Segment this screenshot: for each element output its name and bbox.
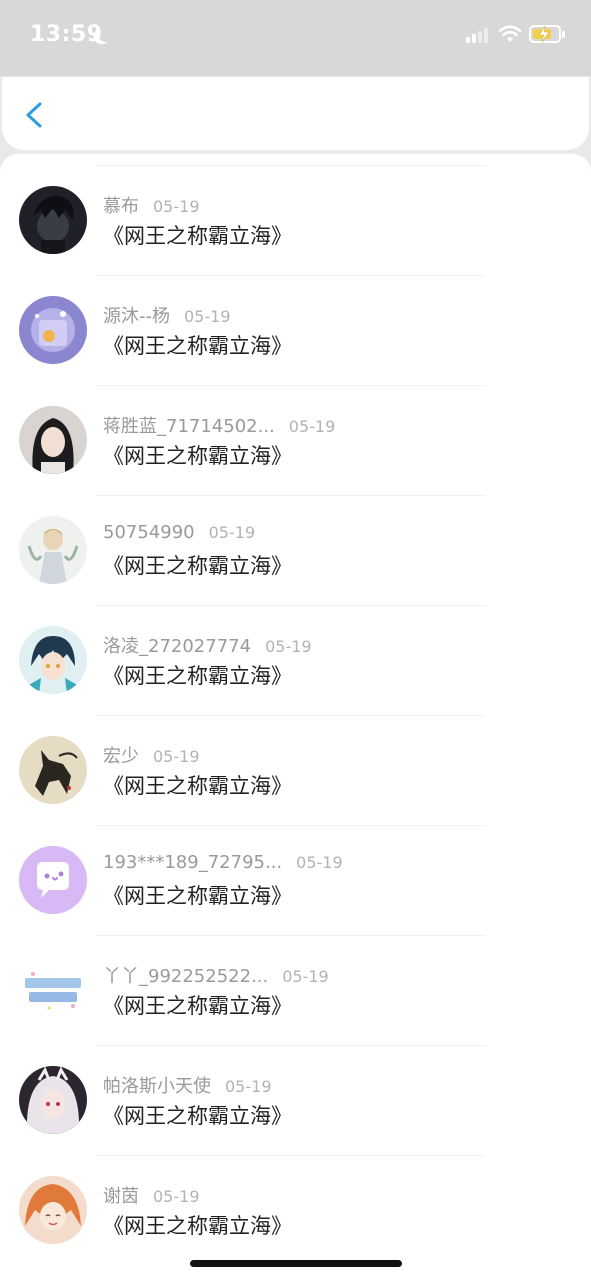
comment-date: 05-19 <box>153 1187 200 1206</box>
avatar[interactable] <box>19 736 87 804</box>
comment-date: 05-19 <box>184 307 231 326</box>
list-item[interactable]: 洛凌_272027774 05-19 《网王之称霸立海》 <box>0 594 591 704</box>
chevron-left-icon[interactable] <box>22 101 48 129</box>
status-bar: 13:59 <box>0 0 591 76</box>
divider <box>96 275 486 276</box>
comment-date: 05-19 <box>153 747 200 766</box>
divider <box>96 165 486 166</box>
list-item[interactable]: 慕布 05-19 《网王之称霸立海》 <box>0 154 591 264</box>
comment-date: 05-19 <box>282 967 329 986</box>
divider <box>96 385 486 386</box>
comment-text: 《网王之称霸立海》 <box>103 334 292 358</box>
comment-date: 05-19 <box>296 853 343 872</box>
list-item[interactable]: 蒋胜蓝_71714502... 05-19 《网王之称霸立海》 <box>0 374 591 484</box>
user-name[interactable]: 丫丫_992252522... 05-19 <box>103 962 329 988</box>
user-name[interactable]: 蒋胜蓝_71714502... 05-19 <box>103 412 335 438</box>
comment-text: 《网王之称霸立海》 <box>103 774 292 798</box>
user-name[interactable]: 慕布 05-19 <box>103 192 200 218</box>
comment-list[interactable]: 慕布 05-19 《网王之称霸立海》 源沐--杨 05-19 《网王之称霸立海》 蒋… <box>0 154 591 1280</box>
divider <box>96 605 486 606</box>
home-indicator[interactable] <box>190 1260 402 1267</box>
comment-text: 《网王之称霸立海》 <box>103 664 292 688</box>
avatar[interactable] <box>19 1066 87 1134</box>
divider <box>96 1045 486 1046</box>
user-name[interactable]: 谢茵 05-19 <box>103 1182 200 1208</box>
comment-text: 《网王之称霸立海》 <box>103 994 292 1018</box>
comment-text: 《网王之称霸立海》 <box>103 224 292 248</box>
divider <box>96 935 486 936</box>
list-item[interactable]: 宏少 05-19 《网王之称霸立海》 <box>0 704 591 814</box>
comment-date: 05-19 <box>265 637 312 656</box>
divider <box>96 825 486 826</box>
avatar[interactable] <box>19 186 87 254</box>
user-name[interactable]: 193***189_72795... 05-19 <box>103 852 343 873</box>
list-item[interactable]: 源沐--杨 05-19 《网王之称霸立海》 <box>0 264 591 374</box>
divider <box>96 715 486 716</box>
battery-charging-icon <box>529 25 565 43</box>
avatar[interactable] <box>19 296 87 364</box>
comment-text: 《网王之称霸立海》 <box>103 1214 292 1238</box>
comment-date: 05-19 <box>153 197 200 216</box>
list-item[interactable]: 丫丫_992252522... 05-19 《网王之称霸立海》 <box>0 924 591 1034</box>
avatar[interactable] <box>19 516 87 584</box>
avatar[interactable] <box>19 406 87 474</box>
navigation-header <box>2 77 589 150</box>
comment-text: 《网王之称霸立海》 <box>103 884 292 908</box>
list-item[interactable]: 谢茵 05-19 《网王之称霸立海》 <box>0 1144 591 1254</box>
comment-text: 《网王之称霸立海》 <box>103 554 292 578</box>
user-name[interactable]: 帕洛斯小天使 05-19 <box>103 1072 272 1098</box>
avatar[interactable] <box>19 1176 87 1244</box>
avatar[interactable] <box>19 956 87 1024</box>
user-name[interactable]: 洛凌_272027774 05-19 <box>103 632 312 658</box>
list-item[interactable]: 193***189_72795... 05-19 《网王之称霸立海》 <box>0 814 591 924</box>
comment-date: 05-19 <box>288 417 336 436</box>
list-item[interactable]: 帕洛斯小天使 05-19 《网王之称霸立海》 <box>0 1034 591 1144</box>
avatar[interactable] <box>19 626 87 694</box>
comment-text: 《网王之称霸立海》 <box>103 444 292 468</box>
status-time: 13:59 <box>30 22 103 47</box>
comment-date: 05-19 <box>208 523 256 542</box>
divider <box>96 495 486 496</box>
comment-date: 05-19 <box>225 1077 272 1096</box>
default-chat-bubble-avatar[interactable] <box>19 846 87 914</box>
cellular-signal-icon <box>466 27 492 43</box>
user-name[interactable]: 源沐--杨 05-19 <box>103 302 231 328</box>
user-name[interactable]: 宏少 05-19 <box>103 742 200 768</box>
wifi-icon <box>498 25 522 42</box>
user-name[interactable]: 50754990 05-19 <box>103 522 255 543</box>
comment-text: 《网王之称霸立海》 <box>103 1104 292 1128</box>
divider <box>96 1155 486 1156</box>
list-item[interactable]: 50754990 05-19 《网王之称霸立海》 <box>0 484 591 594</box>
